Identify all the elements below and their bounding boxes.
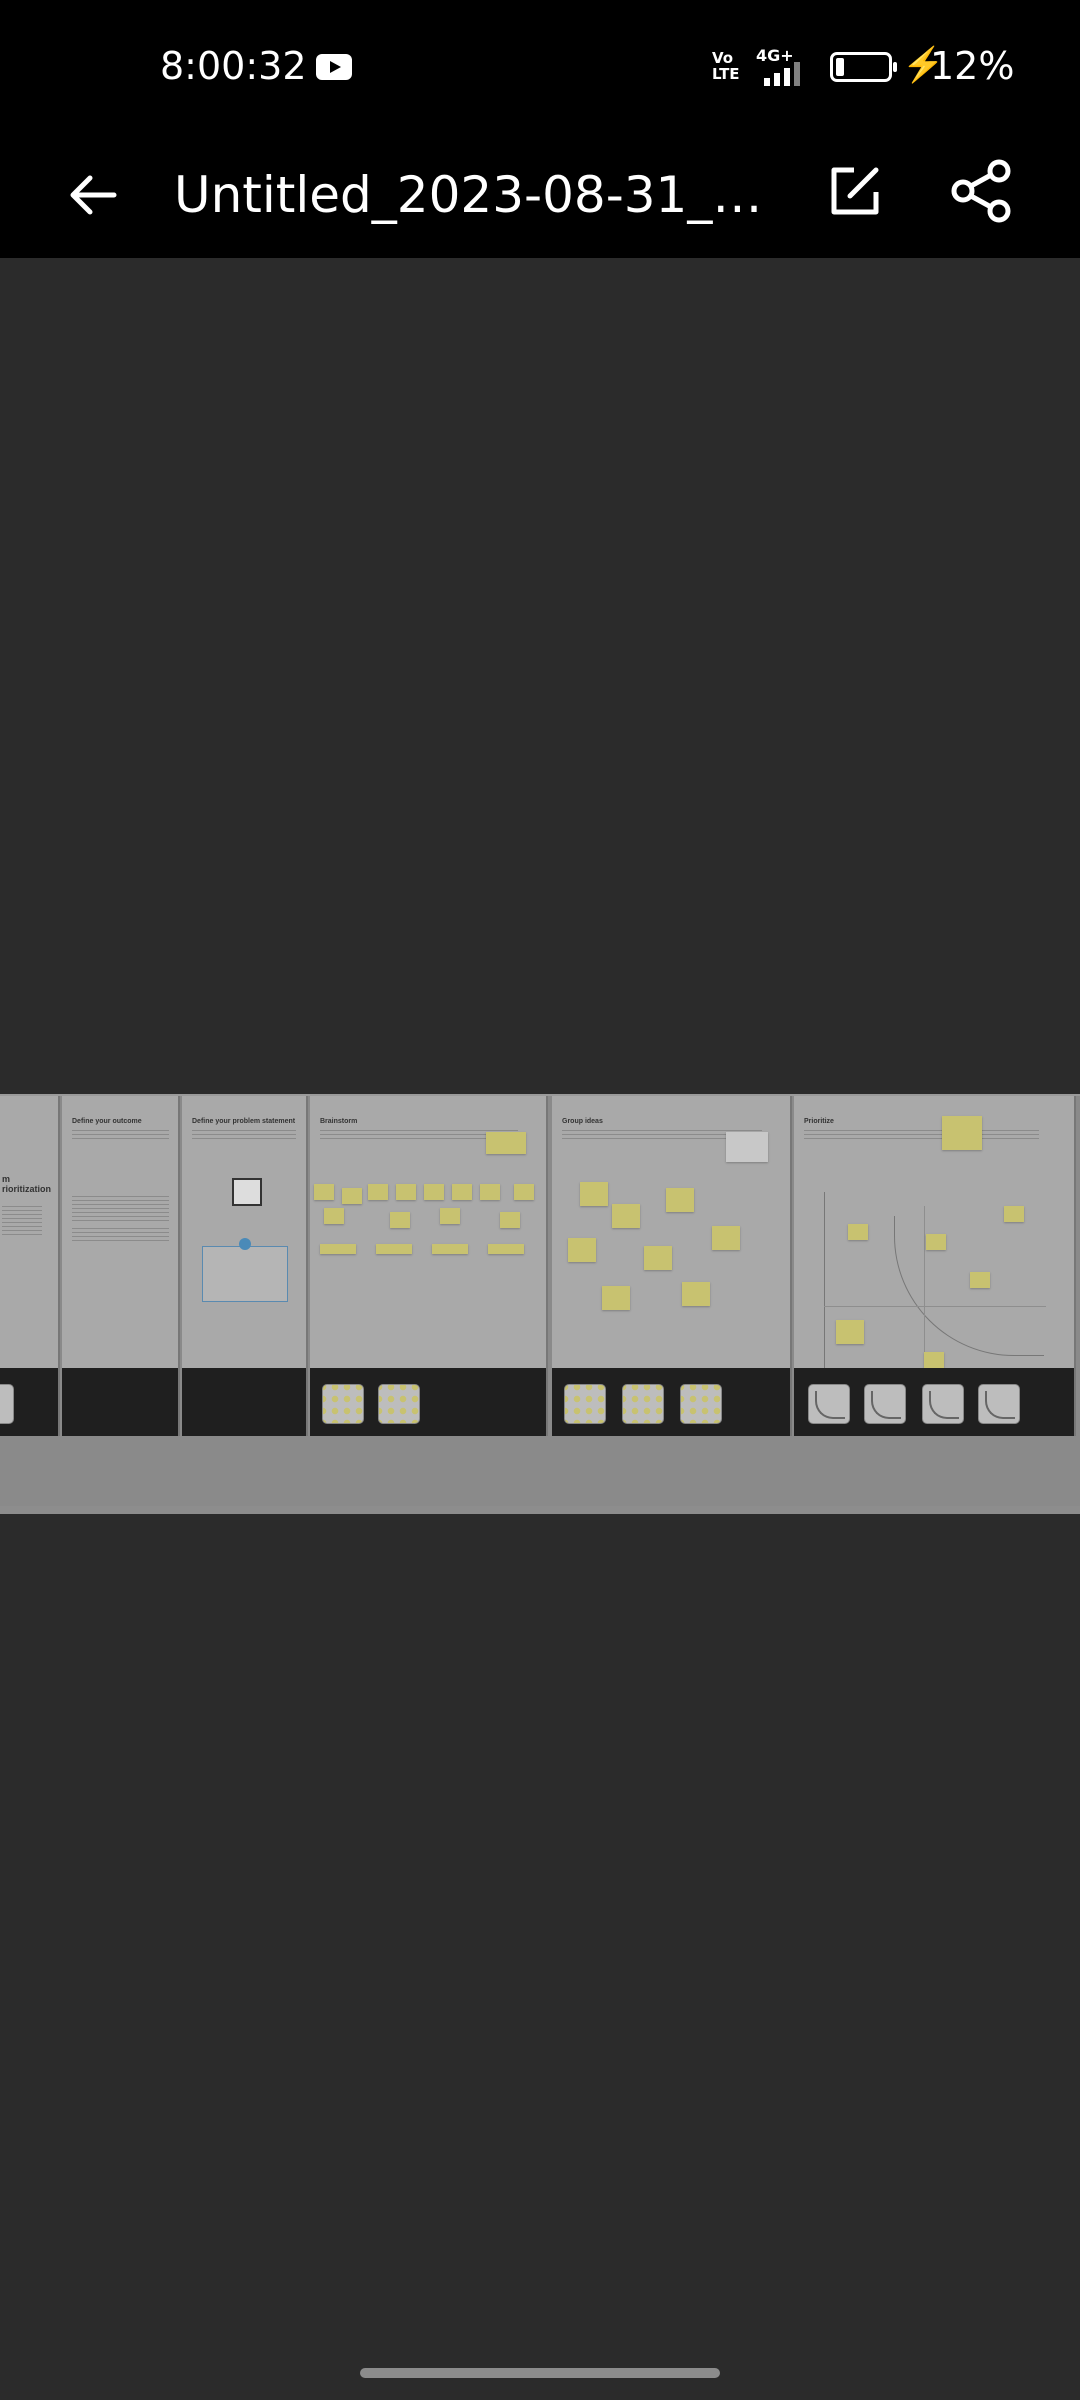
board-frame: Brainstorm [310, 1096, 548, 1436]
frame-heading: Define your problem statement [192, 1118, 296, 1125]
edit-icon [831, 167, 879, 215]
signal-icon [764, 62, 804, 86]
frame-heading: Group ideas [562, 1118, 603, 1125]
home-indicator[interactable] [360, 2368, 720, 2378]
board-frame: Define your outcome [62, 1096, 180, 1436]
youtube-notification-icon [316, 54, 352, 80]
whiteboard-preview[interactable]: m rioritization Define your outcome Defi… [0, 1094, 1080, 1514]
document-title: Untitled_2023-08-31_17-… [174, 166, 764, 224]
board-frame: m rioritization [0, 1096, 60, 1436]
app-bar: Untitled_2023-08-31_17-… [0, 132, 1080, 258]
frame-heading: Define your outcome [72, 1118, 142, 1125]
board-frame: Prioritize [794, 1096, 1076, 1436]
frame-heading: Prioritize [804, 1118, 834, 1125]
status-bar: 8:00:32 Vo LTE 4G+ ⚡ 12% [0, 0, 1080, 132]
status-time: 8:00:32 [160, 44, 307, 88]
frame-heading: m rioritization [2, 1174, 51, 1194]
battery-percent: 12% [930, 44, 1015, 88]
share-button[interactable] [944, 154, 1018, 228]
frame-heading: Brainstorm [320, 1118, 358, 1125]
battery-icon [830, 52, 897, 82]
back-button[interactable] [58, 158, 132, 232]
board-frame: Group ideas [552, 1096, 792, 1436]
board-frame: Define your problem statement [182, 1096, 308, 1436]
back-arrow-icon [70, 175, 117, 215]
volte-indicator: Vo LTE [712, 49, 740, 83]
edit-button[interactable] [818, 154, 892, 228]
share-icon [951, 159, 1011, 223]
